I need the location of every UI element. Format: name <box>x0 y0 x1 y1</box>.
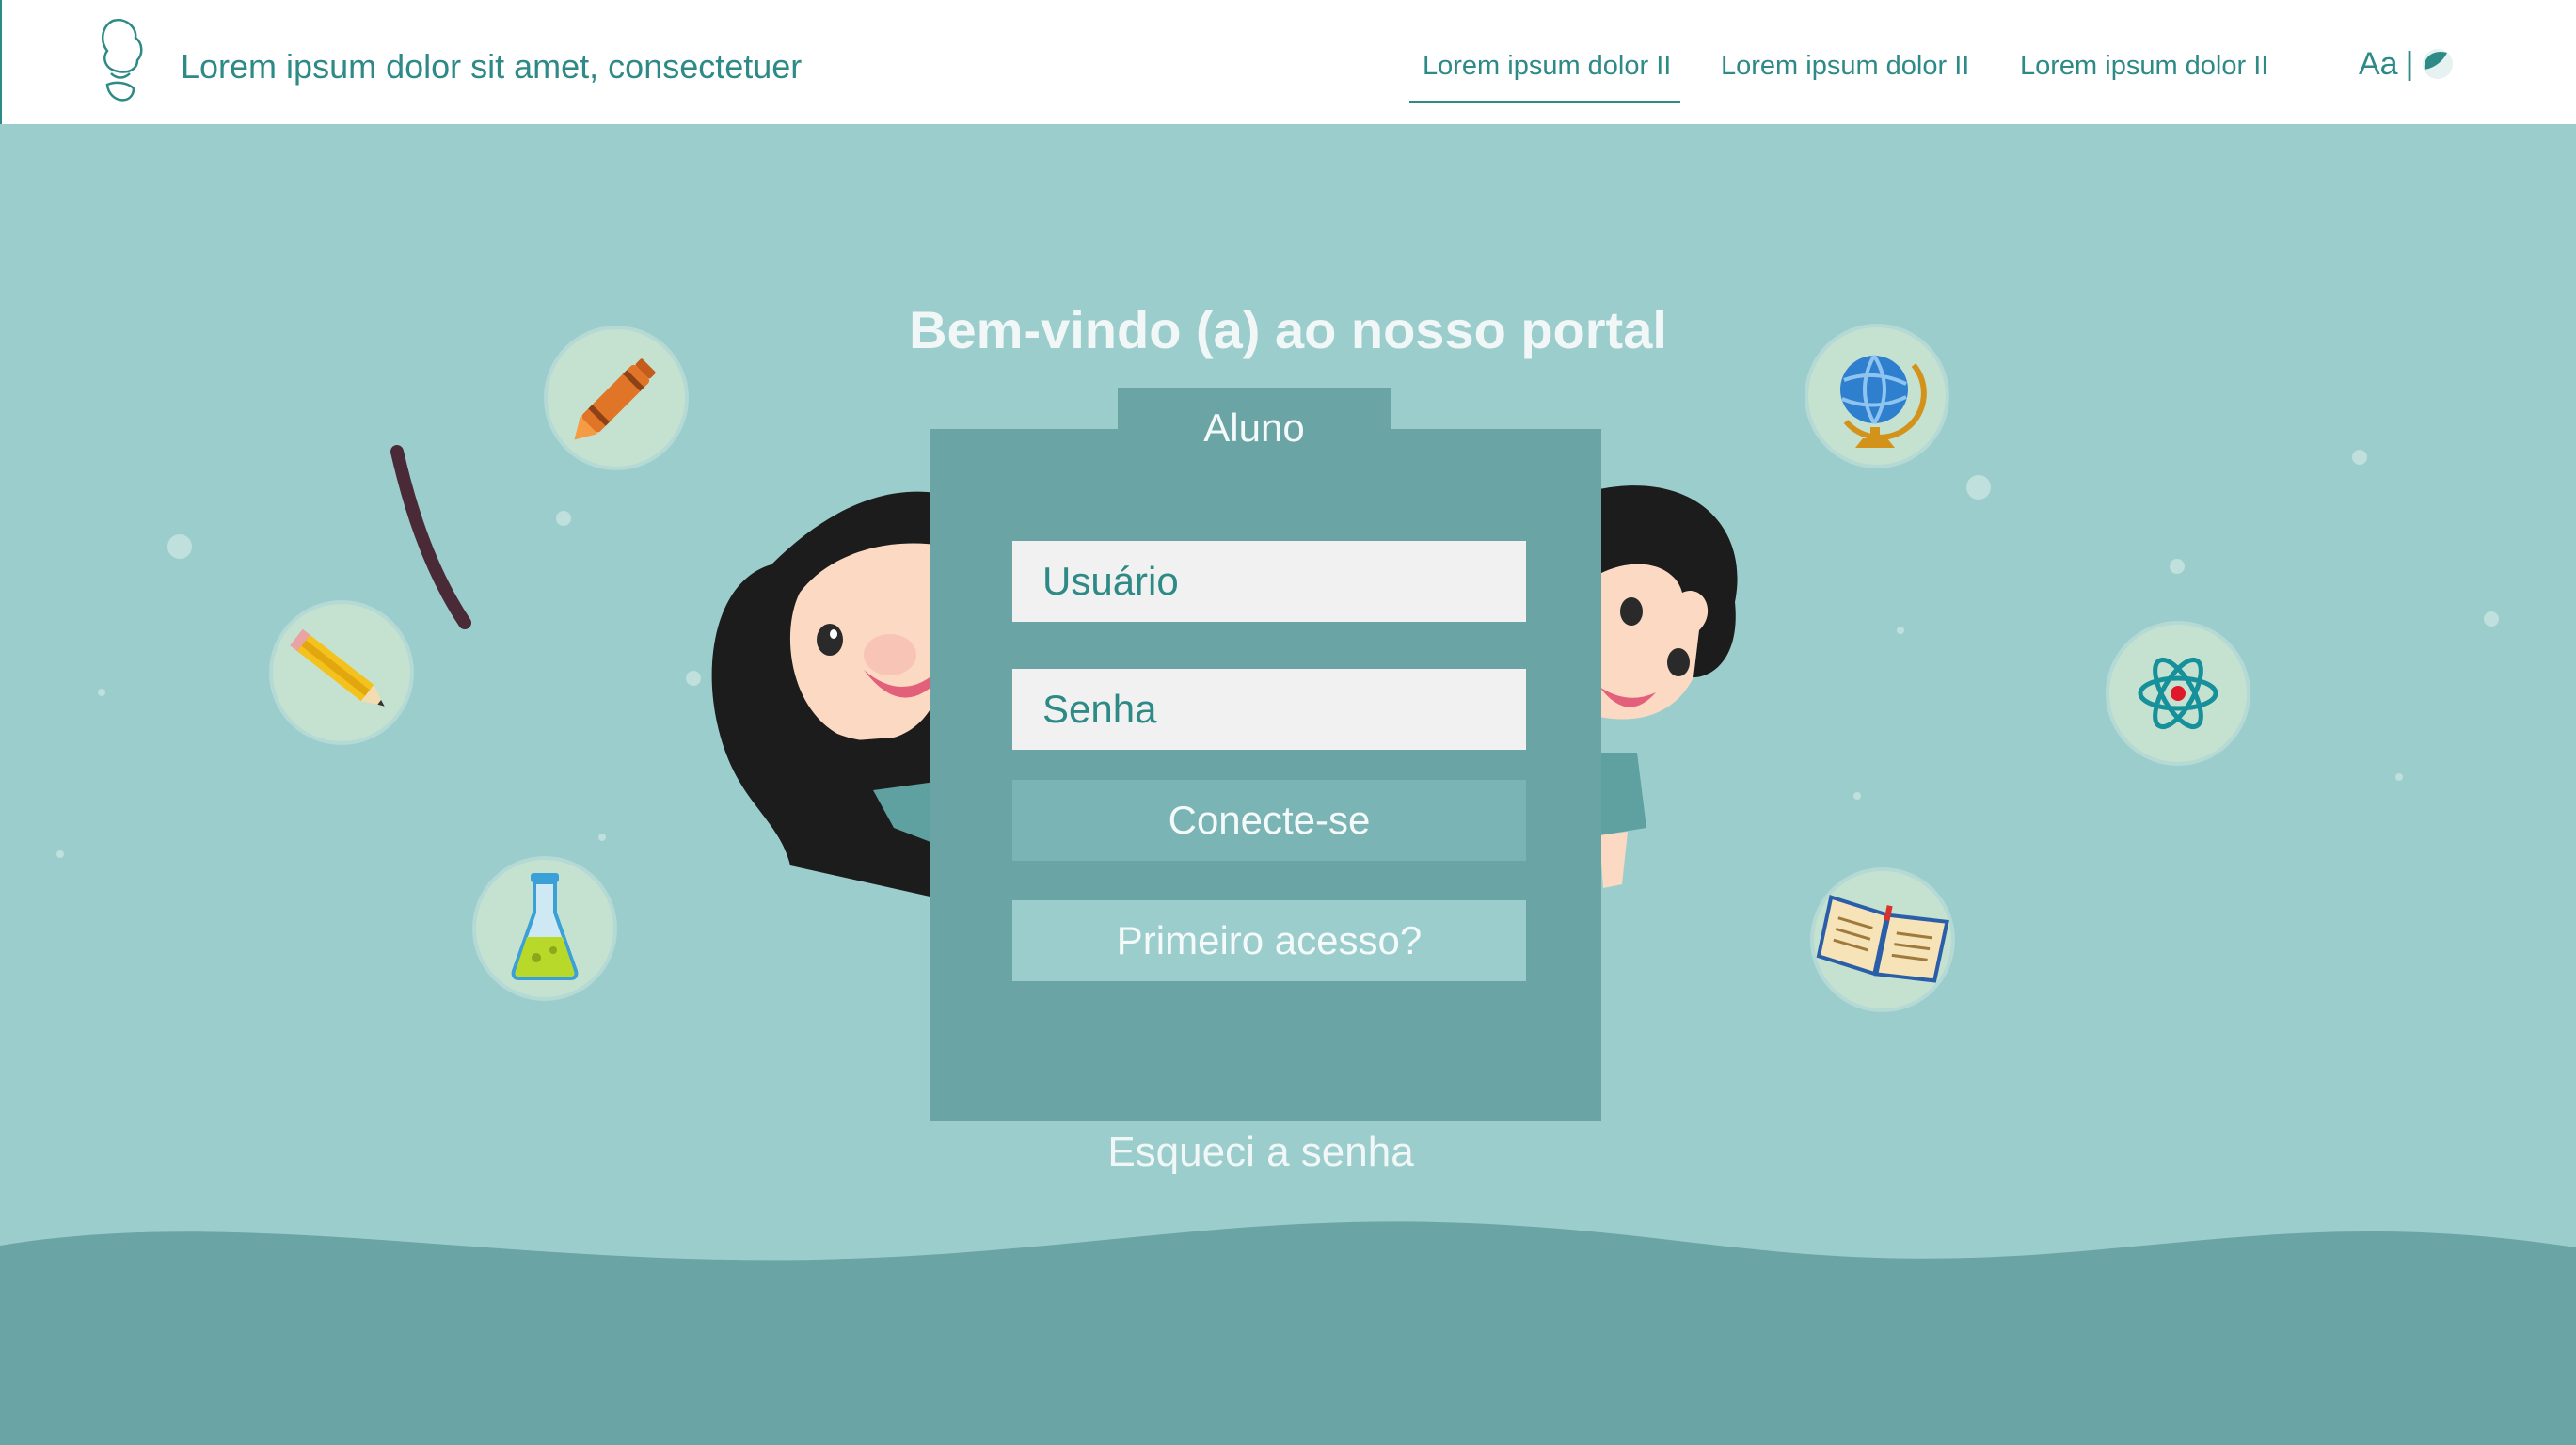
decor-dot <box>167 534 192 559</box>
logo-icon[interactable] <box>96 17 152 107</box>
flask-icon <box>511 873 579 980</box>
book-bubble <box>1814 871 1951 1008</box>
font-size-toggle[interactable]: Aa <box>2359 46 2398 83</box>
forgot-password-link[interactable]: Esqueci a senha <box>0 1129 2521 1176</box>
nav-item-2[interactable]: Lorem ipsum dolor II <box>1721 51 1969 82</box>
flask-bubble <box>476 860 613 997</box>
nav-item-1[interactable]: Lorem ipsum dolor II <box>1408 51 1681 103</box>
decor-dot <box>1853 792 1861 800</box>
username-input[interactable] <box>1012 541 1526 622</box>
nav-item-3[interactable]: Lorem ipsum dolor II <box>2020 51 2268 82</box>
accessibility-controls: Aa | <box>2359 45 2455 83</box>
separator: | <box>2405 45 2414 82</box>
decor-dot <box>2170 559 2185 574</box>
decor-dot <box>2484 611 2499 627</box>
decor-dot <box>98 689 105 696</box>
decor-dot <box>56 850 64 858</box>
top-header: Lorem ipsum dolor sit amet, consectetuer… <box>0 0 2576 124</box>
decor-dot <box>556 511 571 526</box>
pencil-bubble <box>273 604 410 741</box>
decor-dot <box>2395 773 2403 781</box>
pencil-icon <box>290 628 385 707</box>
decor-dot <box>1897 627 1904 634</box>
atom-bubble <box>2109 625 2247 762</box>
wave-footer <box>0 1221 2576 1445</box>
decor-dot <box>2352 450 2367 465</box>
decor-dot <box>598 834 606 841</box>
login-card <box>930 429 1601 1121</box>
tab-aluno[interactable]: Aluno <box>1118 388 1391 450</box>
welcome-heading: Bem-vindo (a) ao nosso portal <box>909 300 1667 359</box>
site-title[interactable]: Lorem ipsum dolor sit amet, consectetuer <box>181 47 802 87</box>
decor-dot <box>1966 475 1991 500</box>
first-access-button[interactable]: Primeiro acesso? <box>1012 900 1526 981</box>
login-button[interactable]: Conecte-se <box>1012 780 1526 861</box>
atom-icon <box>2138 657 2218 730</box>
contrast-icon[interactable] <box>2421 47 2455 81</box>
book-icon <box>1816 895 1949 983</box>
password-input[interactable] <box>1012 669 1526 750</box>
